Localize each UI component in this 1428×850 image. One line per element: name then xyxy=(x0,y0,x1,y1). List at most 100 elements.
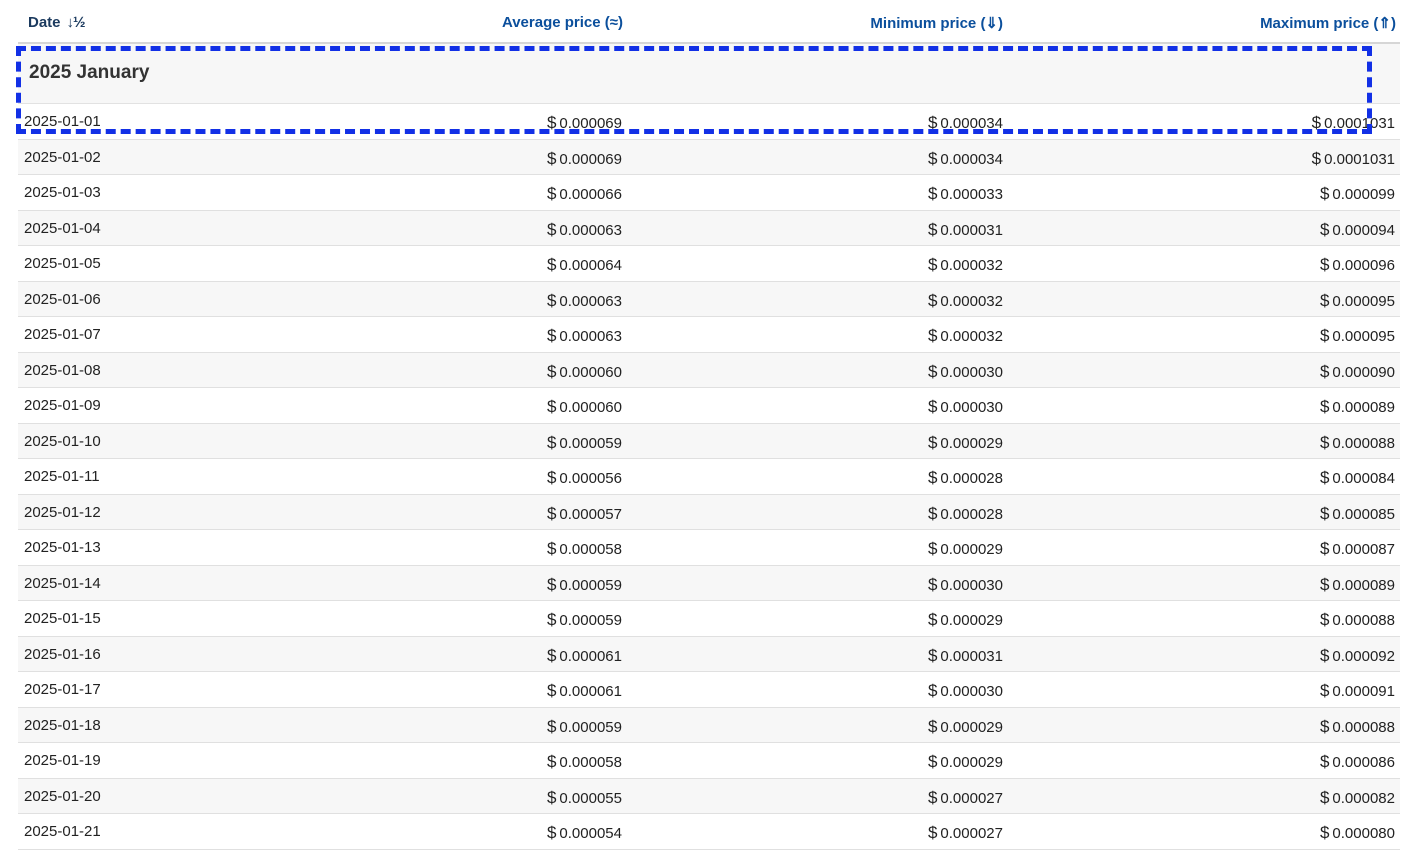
average-price-cell: $0.000056 xyxy=(547,468,622,488)
currency-symbol: $ xyxy=(927,823,938,842)
currency-symbol: $ xyxy=(1319,716,1330,736)
currency-symbol: $ xyxy=(1319,255,1330,274)
currency-symbol: $ xyxy=(546,219,557,239)
average-price-cell: $0.000066 xyxy=(547,184,622,204)
currency-symbol: $ xyxy=(927,752,938,771)
minimum-price-cell: $0.000032 xyxy=(928,291,1003,311)
date-column-header[interactable]: Date ↓½ xyxy=(28,14,86,31)
maximum-price-cell: $0.000088 xyxy=(1320,610,1395,630)
date-cell-value: 2025-01-10 xyxy=(24,432,101,450)
table-row: 2025-01-14 $0.000059 $0.000030 $0.000089 xyxy=(18,565,1400,601)
date-cell: 2025-01-13 xyxy=(24,539,101,556)
average-price-cell: $0.000060 xyxy=(547,397,622,417)
currency-symbol: $ xyxy=(1319,219,1330,239)
minimum-price-cell-value: 0.000032 xyxy=(940,292,1003,310)
sort-ascending-icon[interactable]: ↓½ xyxy=(67,14,86,31)
date-cell-value: 2025-01-02 xyxy=(24,148,101,166)
maximum-price-cell-value: 0.000089 xyxy=(1332,576,1395,594)
average-price-cell: $0.000061 xyxy=(547,681,622,701)
date-cell-value: 2025-01-09 xyxy=(24,397,101,414)
maximum-price-cell: $0.000094 xyxy=(1320,220,1395,240)
average-price-cell: $0.000063 xyxy=(547,326,622,346)
currency-symbol: $ xyxy=(927,361,938,381)
currency-symbol: $ xyxy=(1319,610,1330,629)
table-row: 2025-01-19 $0.000058 $0.000029 $0.000086 xyxy=(18,743,1400,779)
maximum-price-cell: $0.000087 xyxy=(1320,539,1395,559)
currency-symbol: $ xyxy=(1319,823,1330,842)
currency-symbol: $ xyxy=(546,610,557,629)
date-cell: 2025-01-04 xyxy=(24,220,101,237)
average-price-cell: $0.000059 xyxy=(547,433,622,453)
table-row: 2025-01-06 $0.000063 $0.000032 $0.000095 xyxy=(18,281,1400,317)
maximum-price-cell: $0.000089 xyxy=(1320,397,1395,417)
currency-symbol: $ xyxy=(546,503,557,523)
maximum-price-cell: $0.0001031 xyxy=(1312,149,1395,169)
average-price-cell-value: 0.000059 xyxy=(559,612,622,629)
maximum-price-cell-value: 0.000091 xyxy=(1332,683,1395,700)
minimum-price-cell-value: 0.000029 xyxy=(940,541,1003,558)
maximum-price-cell: $0.000095 xyxy=(1320,291,1395,311)
minimum-price-column-header[interactable]: Minimum price (⇓) xyxy=(870,14,1003,32)
average-price-cell: $0.000059 xyxy=(547,717,622,737)
date-cell: 2025-01-14 xyxy=(24,575,101,592)
currency-symbol: $ xyxy=(1319,290,1330,310)
currency-symbol: $ xyxy=(1319,645,1330,665)
currency-symbol: $ xyxy=(1319,503,1330,523)
average-price-cell: $0.000059 xyxy=(547,610,622,630)
currency-symbol: $ xyxy=(927,113,938,132)
average-price-cell: $0.000061 xyxy=(547,646,622,666)
date-cell-value: 2025-01-19 xyxy=(24,752,101,769)
average-price-cell-value: 0.000063 xyxy=(559,221,622,239)
table-row: 2025-01-13 $0.000058 $0.000029 $0.000087 xyxy=(18,530,1400,566)
minimum-price-cell: $0.000032 xyxy=(928,255,1003,275)
month-group-header: 2025 January xyxy=(18,44,1400,104)
date-cell-value: 2025-01-11 xyxy=(24,468,100,485)
date-cell-value: 2025-01-12 xyxy=(24,503,101,521)
maximum-price-cell: $0.000092 xyxy=(1320,646,1395,666)
average-price-column-header[interactable]: Average price (≈) xyxy=(502,14,623,31)
maximum-price-column-header[interactable]: Maximum price (⇑) xyxy=(1260,14,1396,32)
maximum-price-cell: $0.000099 xyxy=(1320,184,1395,204)
currency-symbol: $ xyxy=(927,574,938,594)
average-price-cell: $0.000064 xyxy=(547,255,622,275)
average-price-cell-value: 0.000060 xyxy=(559,399,622,416)
price-history-table: Date ↓½ Average price (≈) Minimum price (… xyxy=(18,0,1400,850)
minimum-price-cell: $0.000032 xyxy=(928,326,1003,346)
maximum-price-cell: $0.000082 xyxy=(1320,788,1395,808)
currency-symbol: $ xyxy=(1319,432,1330,452)
currency-symbol: $ xyxy=(546,397,557,416)
average-price-cell: $0.000055 xyxy=(547,788,622,808)
date-cell: 2025-01-11 xyxy=(24,468,100,485)
currency-symbol: $ xyxy=(546,113,557,132)
currency-symbol: $ xyxy=(1319,787,1330,807)
table-row: 2025-01-09 $0.000060 $0.000030 $0.000089 xyxy=(18,388,1400,424)
currency-symbol: $ xyxy=(546,752,557,771)
maximum-price-cell-value: 0.000088 xyxy=(1332,718,1395,736)
date-cell-value: 2025-01-21 xyxy=(24,823,101,840)
minimum-price-cell-value: 0.000033 xyxy=(940,186,1003,203)
average-price-cell-value: 0.000060 xyxy=(559,363,622,381)
minimum-price-cell-value: 0.000030 xyxy=(940,399,1003,416)
maximum-price-cell-value: 0.000087 xyxy=(1332,541,1395,558)
table-body: 2025-01-01 $0.000069 $0.000034 $0.0001031 20… xyxy=(18,104,1400,850)
minimum-price-cell-value: 0.000030 xyxy=(940,683,1003,700)
maximum-price-cell-value: 0.000092 xyxy=(1332,647,1395,665)
currency-symbol: $ xyxy=(927,787,938,807)
date-cell: 2025-01-15 xyxy=(24,610,101,627)
maximum-price-cell: $0.000095 xyxy=(1320,326,1395,346)
maximum-price-cell: $0.000088 xyxy=(1320,717,1395,737)
maximum-price-cell-value: 0.000082 xyxy=(1332,789,1395,807)
currency-symbol: $ xyxy=(927,219,938,239)
average-price-cell-value: 0.000061 xyxy=(559,683,622,700)
date-cell: 2025-01-16 xyxy=(24,646,101,663)
average-price-cell-value: 0.000069 xyxy=(559,150,622,168)
average-price-cell-value: 0.000058 xyxy=(559,754,622,771)
currency-symbol: $ xyxy=(546,184,557,203)
minimum-price-cell: $0.000029 xyxy=(928,752,1003,772)
table-header: Date ↓½ Average price (≈) Minimum price (… xyxy=(18,0,1400,44)
currency-symbol: $ xyxy=(546,539,557,558)
minimum-price-cell: $0.000030 xyxy=(928,362,1003,382)
average-price-cell: $0.000059 xyxy=(547,575,622,595)
currency-symbol: $ xyxy=(927,148,938,168)
minimum-price-cell-value: 0.000032 xyxy=(940,328,1003,345)
